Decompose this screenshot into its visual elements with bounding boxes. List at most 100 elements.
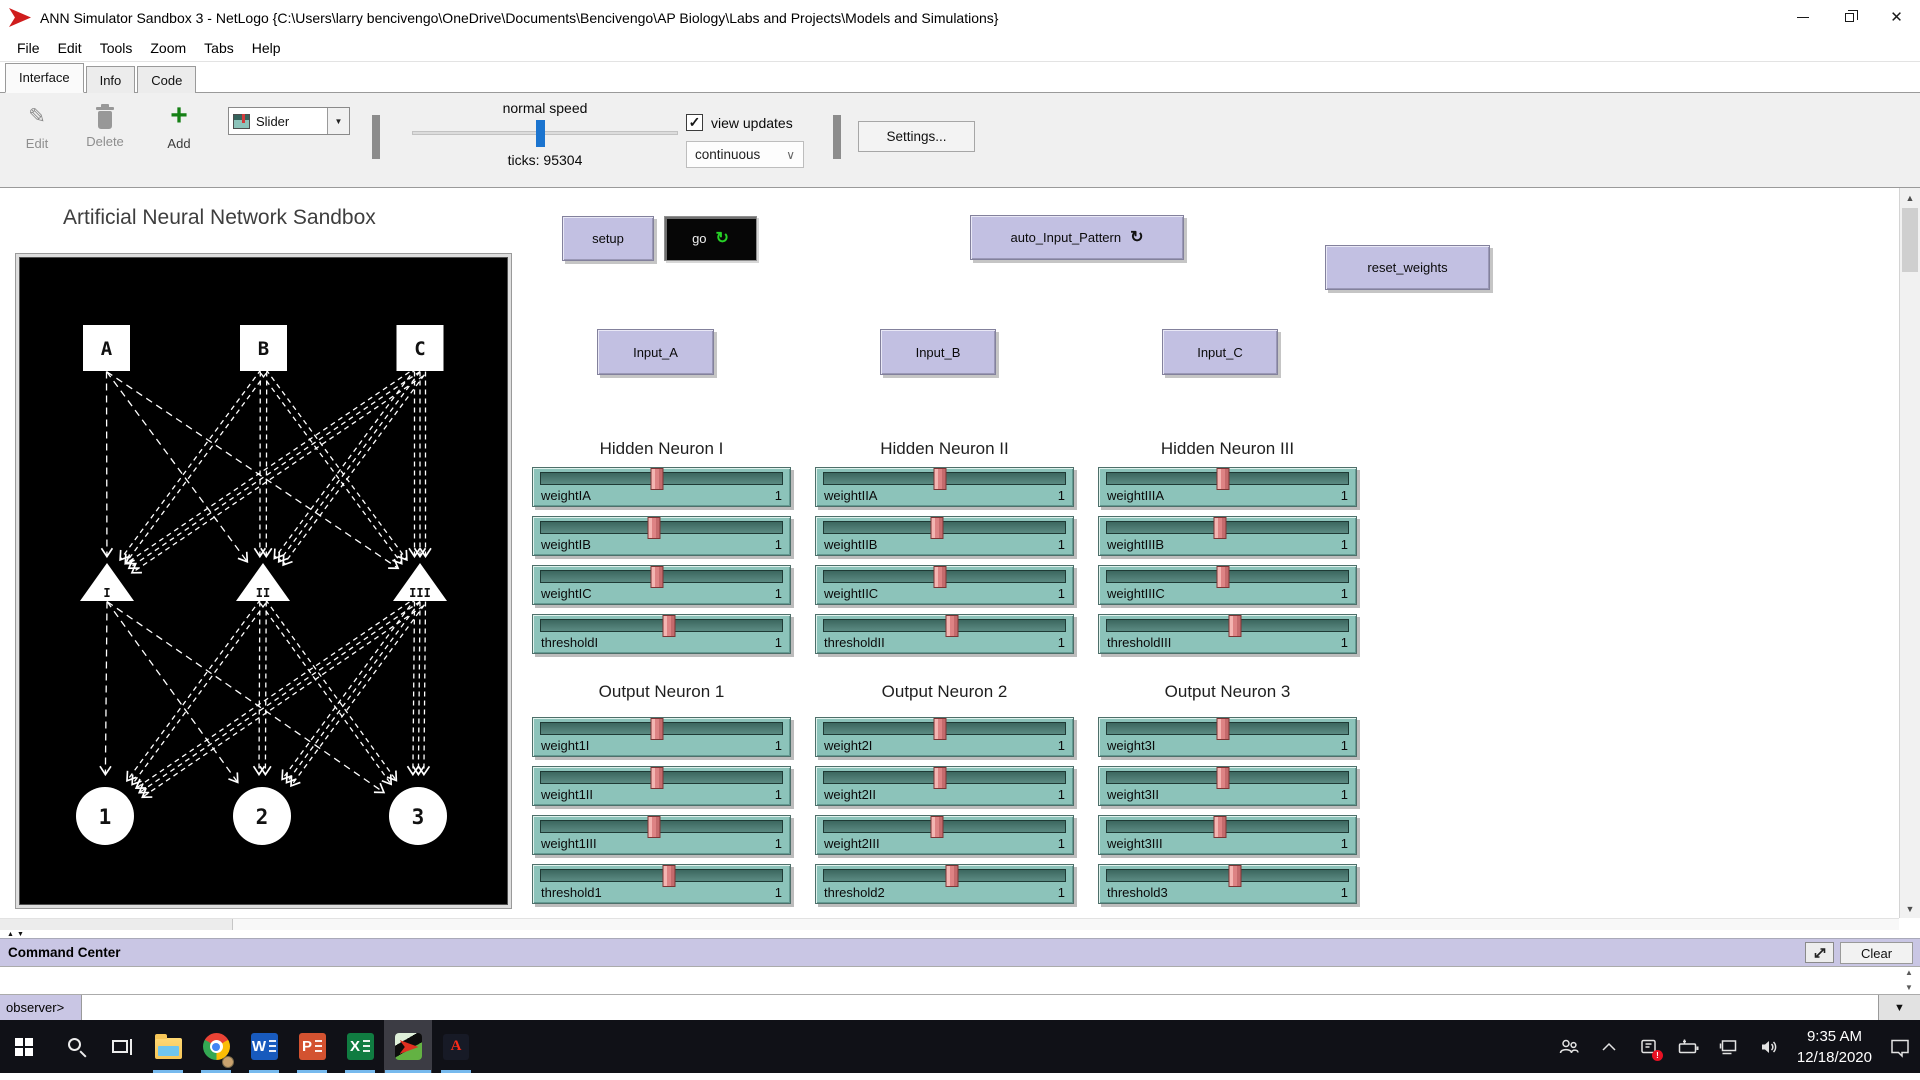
slider-thresholdII[interactable]: thresholdII 1 xyxy=(815,614,1074,654)
taskbar-acrobat[interactable]: A xyxy=(432,1020,480,1073)
slider-weightIIIC[interactable]: weightIIIC 1 xyxy=(1098,565,1357,605)
view-updates-checkbox[interactable]: ✓ view updates xyxy=(686,114,804,131)
slider-weightIIB[interactable]: weightIIB 1 xyxy=(815,516,1074,556)
taskbar-excel[interactable]: X xyxy=(336,1020,384,1073)
slider-track[interactable] xyxy=(1106,816,1349,838)
horizontal-scrollbar[interactable] xyxy=(0,918,1899,930)
slider-handle[interactable] xyxy=(1216,468,1230,490)
splitter-down-icon[interactable]: ▼ xyxy=(17,931,24,938)
checkbox-icon[interactable]: ✓ xyxy=(686,114,703,131)
search-button[interactable] xyxy=(48,1020,96,1073)
slider-weight3I[interactable]: weight3I 1 xyxy=(1098,717,1357,757)
menu-edit[interactable]: Edit xyxy=(49,40,91,56)
menu-tools[interactable]: Tools xyxy=(91,40,142,56)
slider-track[interactable] xyxy=(540,816,783,838)
auto-input-pattern-button[interactable]: auto_Input_Pattern ↻ xyxy=(970,215,1184,260)
scroll-up-arrow[interactable]: ▲ xyxy=(1900,188,1920,207)
slider-handle[interactable] xyxy=(945,615,959,637)
slider-handle[interactable] xyxy=(1228,615,1242,637)
settings-button[interactable]: Settings... xyxy=(858,121,975,152)
slider-track[interactable] xyxy=(1106,865,1349,887)
clear-button[interactable]: Clear xyxy=(1840,942,1913,964)
slider-track[interactable] xyxy=(1106,468,1349,490)
taskbar-word[interactable]: W xyxy=(240,1020,288,1073)
network-icon[interactable] xyxy=(1709,1020,1749,1073)
slider-handle[interactable] xyxy=(1228,865,1242,887)
slider-threshold1[interactable]: threshold1 1 xyxy=(532,864,791,904)
slider-track[interactable] xyxy=(823,767,1066,789)
scrollbar-thumb[interactable] xyxy=(0,919,233,930)
slider-weightIIIA[interactable]: weightIIIA 1 xyxy=(1098,467,1357,507)
slider-track[interactable] xyxy=(1106,767,1349,789)
taskbar-powerpoint[interactable]: P xyxy=(288,1020,336,1073)
delete-widget-button[interactable]: Delete xyxy=(74,103,136,149)
slider-track[interactable] xyxy=(1106,718,1349,740)
slider-weightIA[interactable]: weightIA 1 xyxy=(532,467,791,507)
reset-weights-button[interactable]: reset_weights xyxy=(1325,245,1490,290)
widget-type-dropdown[interactable]: Slider ▼ xyxy=(228,107,350,135)
slider-track[interactable] xyxy=(540,517,783,539)
slider-track[interactable] xyxy=(823,517,1066,539)
slider-track[interactable] xyxy=(1106,517,1349,539)
splitter-up-icon[interactable]: ▲ xyxy=(7,931,14,938)
slider-handle[interactable] xyxy=(933,566,947,588)
slider-thresholdI[interactable]: thresholdI 1 xyxy=(532,614,791,654)
slider-handle[interactable] xyxy=(1213,517,1227,539)
menu-file[interactable]: File xyxy=(8,40,49,56)
slider-weight3II[interactable]: weight3II 1 xyxy=(1098,766,1357,806)
slider-track[interactable] xyxy=(823,816,1066,838)
slider-track[interactable] xyxy=(540,615,783,637)
scrollbar-thumb[interactable] xyxy=(1902,208,1918,272)
slider-handle[interactable] xyxy=(647,816,661,838)
menu-tabs[interactable]: Tabs xyxy=(195,40,243,56)
slider-track[interactable] xyxy=(823,615,1066,637)
slider-track[interactable] xyxy=(1106,615,1349,637)
slider-track[interactable] xyxy=(540,767,783,789)
slider-weight2I[interactable]: weight2I 1 xyxy=(815,717,1074,757)
slider-thresholdIII[interactable]: thresholdIII 1 xyxy=(1098,614,1357,654)
slider-track[interactable] xyxy=(540,718,783,740)
slider-track[interactable] xyxy=(823,566,1066,588)
slider-track[interactable] xyxy=(1106,566,1349,588)
output-scrollbar[interactable]: ▲ ▼ xyxy=(1900,967,1918,994)
volume-icon[interactable] xyxy=(1749,1020,1789,1073)
slider-weightIIA[interactable]: weightIIA 1 xyxy=(815,467,1074,507)
taskbar-netlogo[interactable] xyxy=(384,1020,432,1073)
tab-code[interactable]: Code xyxy=(137,66,197,93)
slider-handle[interactable] xyxy=(662,615,676,637)
edit-widget-button[interactable]: ✎ Edit xyxy=(6,103,68,151)
update-mode-dropdown[interactable]: continuous ∨ xyxy=(686,141,804,168)
slider-handle[interactable] xyxy=(933,767,947,789)
scroll-down-arrow[interactable]: ▼ xyxy=(1900,899,1920,918)
slider-weight1III[interactable]: weight1III 1 xyxy=(532,815,791,855)
slider-handle[interactable] xyxy=(930,517,944,539)
menu-help[interactable]: Help xyxy=(243,40,290,56)
battery-icon[interactable] xyxy=(1669,1020,1709,1073)
slider-track[interactable] xyxy=(823,718,1066,740)
close-button[interactable]: ✕ xyxy=(1873,0,1920,35)
slider-handle[interactable] xyxy=(650,566,664,588)
slider-weight2III[interactable]: weight2III 1 xyxy=(815,815,1074,855)
tab-interface[interactable]: Interface xyxy=(5,63,84,93)
slider-handle[interactable] xyxy=(662,865,676,887)
speed-slider[interactable] xyxy=(400,117,690,149)
setup-button[interactable]: setup xyxy=(562,216,654,261)
slider-track[interactable] xyxy=(540,865,783,887)
input-a-button[interactable]: Input_A xyxy=(597,329,714,375)
command-history-button[interactable]: ▼ xyxy=(1878,995,1920,1020)
slider-weightIIIB[interactable]: weightIIIB 1 xyxy=(1098,516,1357,556)
action-center-icon[interactable] xyxy=(1880,1020,1920,1073)
taskbar-chrome[interactable] xyxy=(192,1020,240,1073)
slider-weightIIC[interactable]: weightIIC 1 xyxy=(815,565,1074,605)
vertical-scrollbar[interactable]: ▲ ▼ xyxy=(1899,188,1920,918)
start-button[interactable] xyxy=(0,1020,48,1073)
input-b-button[interactable]: Input_B xyxy=(880,329,996,375)
expand-command-center-button[interactable] xyxy=(1805,942,1834,963)
chevron-up-icon[interactable] xyxy=(1589,1020,1629,1073)
slider-weight1II[interactable]: weight1II 1 xyxy=(532,766,791,806)
people-icon[interactable] xyxy=(1549,1020,1589,1073)
slider-threshold2[interactable]: threshold2 1 xyxy=(815,864,1074,904)
task-view-button[interactable] xyxy=(96,1020,144,1073)
slider-handle[interactable] xyxy=(930,816,944,838)
slider-track[interactable] xyxy=(540,566,783,588)
